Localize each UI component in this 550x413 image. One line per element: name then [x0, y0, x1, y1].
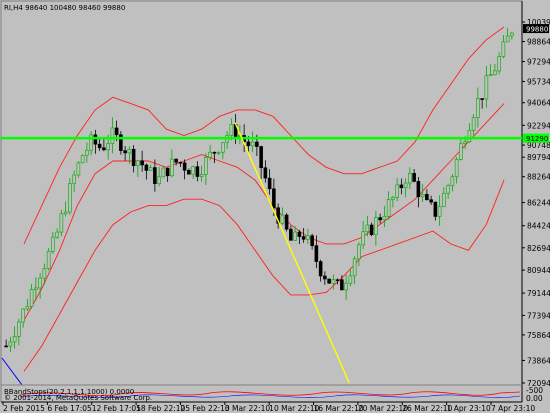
y-tick-label: 82694: [527, 244, 550, 253]
candle: [46, 248, 51, 271]
candle: [284, 213, 289, 232]
candle: [327, 278, 331, 284]
candle: [76, 161, 81, 178]
x-tick-label: 25 Feb 22:10: [180, 404, 229, 413]
x-tick-label: 2 Feb 2015: [3, 404, 45, 413]
y-tick-label: 88264: [527, 173, 550, 182]
copyright-watermark: © 2001-2014, MetaQuotes Software Corp.: [4, 394, 152, 402]
y-tick-label: 92294: [527, 121, 550, 130]
symbol-info: RI,H4 98640 100480 98460 99880: [4, 4, 125, 12]
y-tick-label: 73864: [527, 356, 550, 365]
y-tick-label: 84424: [527, 222, 550, 231]
x-tick-label: 12 Feb 17:05: [92, 404, 141, 413]
x-tick-label: 1 Apr 23:10: [447, 404, 491, 413]
x-tick-label: 7 Apr 23:10: [491, 404, 535, 413]
candle: [161, 166, 166, 178]
candle: [68, 178, 72, 215]
candle: [80, 154, 85, 164]
x-tick-label: 26 Mar 22:10: [402, 404, 452, 413]
y-tick-label: 80944: [527, 266, 550, 275]
y-tick-label: 94064: [527, 99, 550, 108]
y-tick-label: 97294: [527, 58, 550, 67]
y-tick-label: 79144: [527, 289, 550, 298]
indicator-zero-label: 0.00: [526, 394, 543, 403]
x-tick-label: 16 Mar 22:10: [314, 404, 364, 413]
svg-text:99880: 99880: [526, 26, 548, 34]
y-tick-label: 86244: [527, 199, 550, 208]
y-tick-label: 77394: [527, 311, 550, 320]
y-tick-label: 89794: [527, 153, 550, 162]
x-tick-label: 18 Feb 22:10: [136, 404, 185, 413]
y-tick-label: 75864: [527, 331, 550, 340]
x-tick-label: 20 Mar 22:10: [358, 404, 408, 413]
x-tick-label: 6 Feb 17:05: [47, 404, 92, 413]
svg-text:91290: 91290: [526, 135, 548, 143]
chart-window[interactable]: 1003949886497294957349406492294907488979…: [0, 0, 550, 413]
x-tick-label: 10 Mar 22:10: [269, 404, 319, 413]
candle: [59, 209, 64, 237]
price-chart[interactable]: 1003949886497294957349406492294907488979…: [0, 0, 550, 413]
y-tick-label: 98864: [527, 38, 550, 47]
current-price-badge: 99880: [523, 24, 549, 34]
x-tick-label: 3 Mar 22:10: [225, 404, 271, 413]
y-tick-label: 95734: [527, 77, 550, 86]
level-line-price-badge: 91290: [523, 133, 549, 143]
time-axis: 2 Feb 2015 6 Feb 17:05 12 Feb 17:0518 Feb …: [2, 402, 535, 413]
